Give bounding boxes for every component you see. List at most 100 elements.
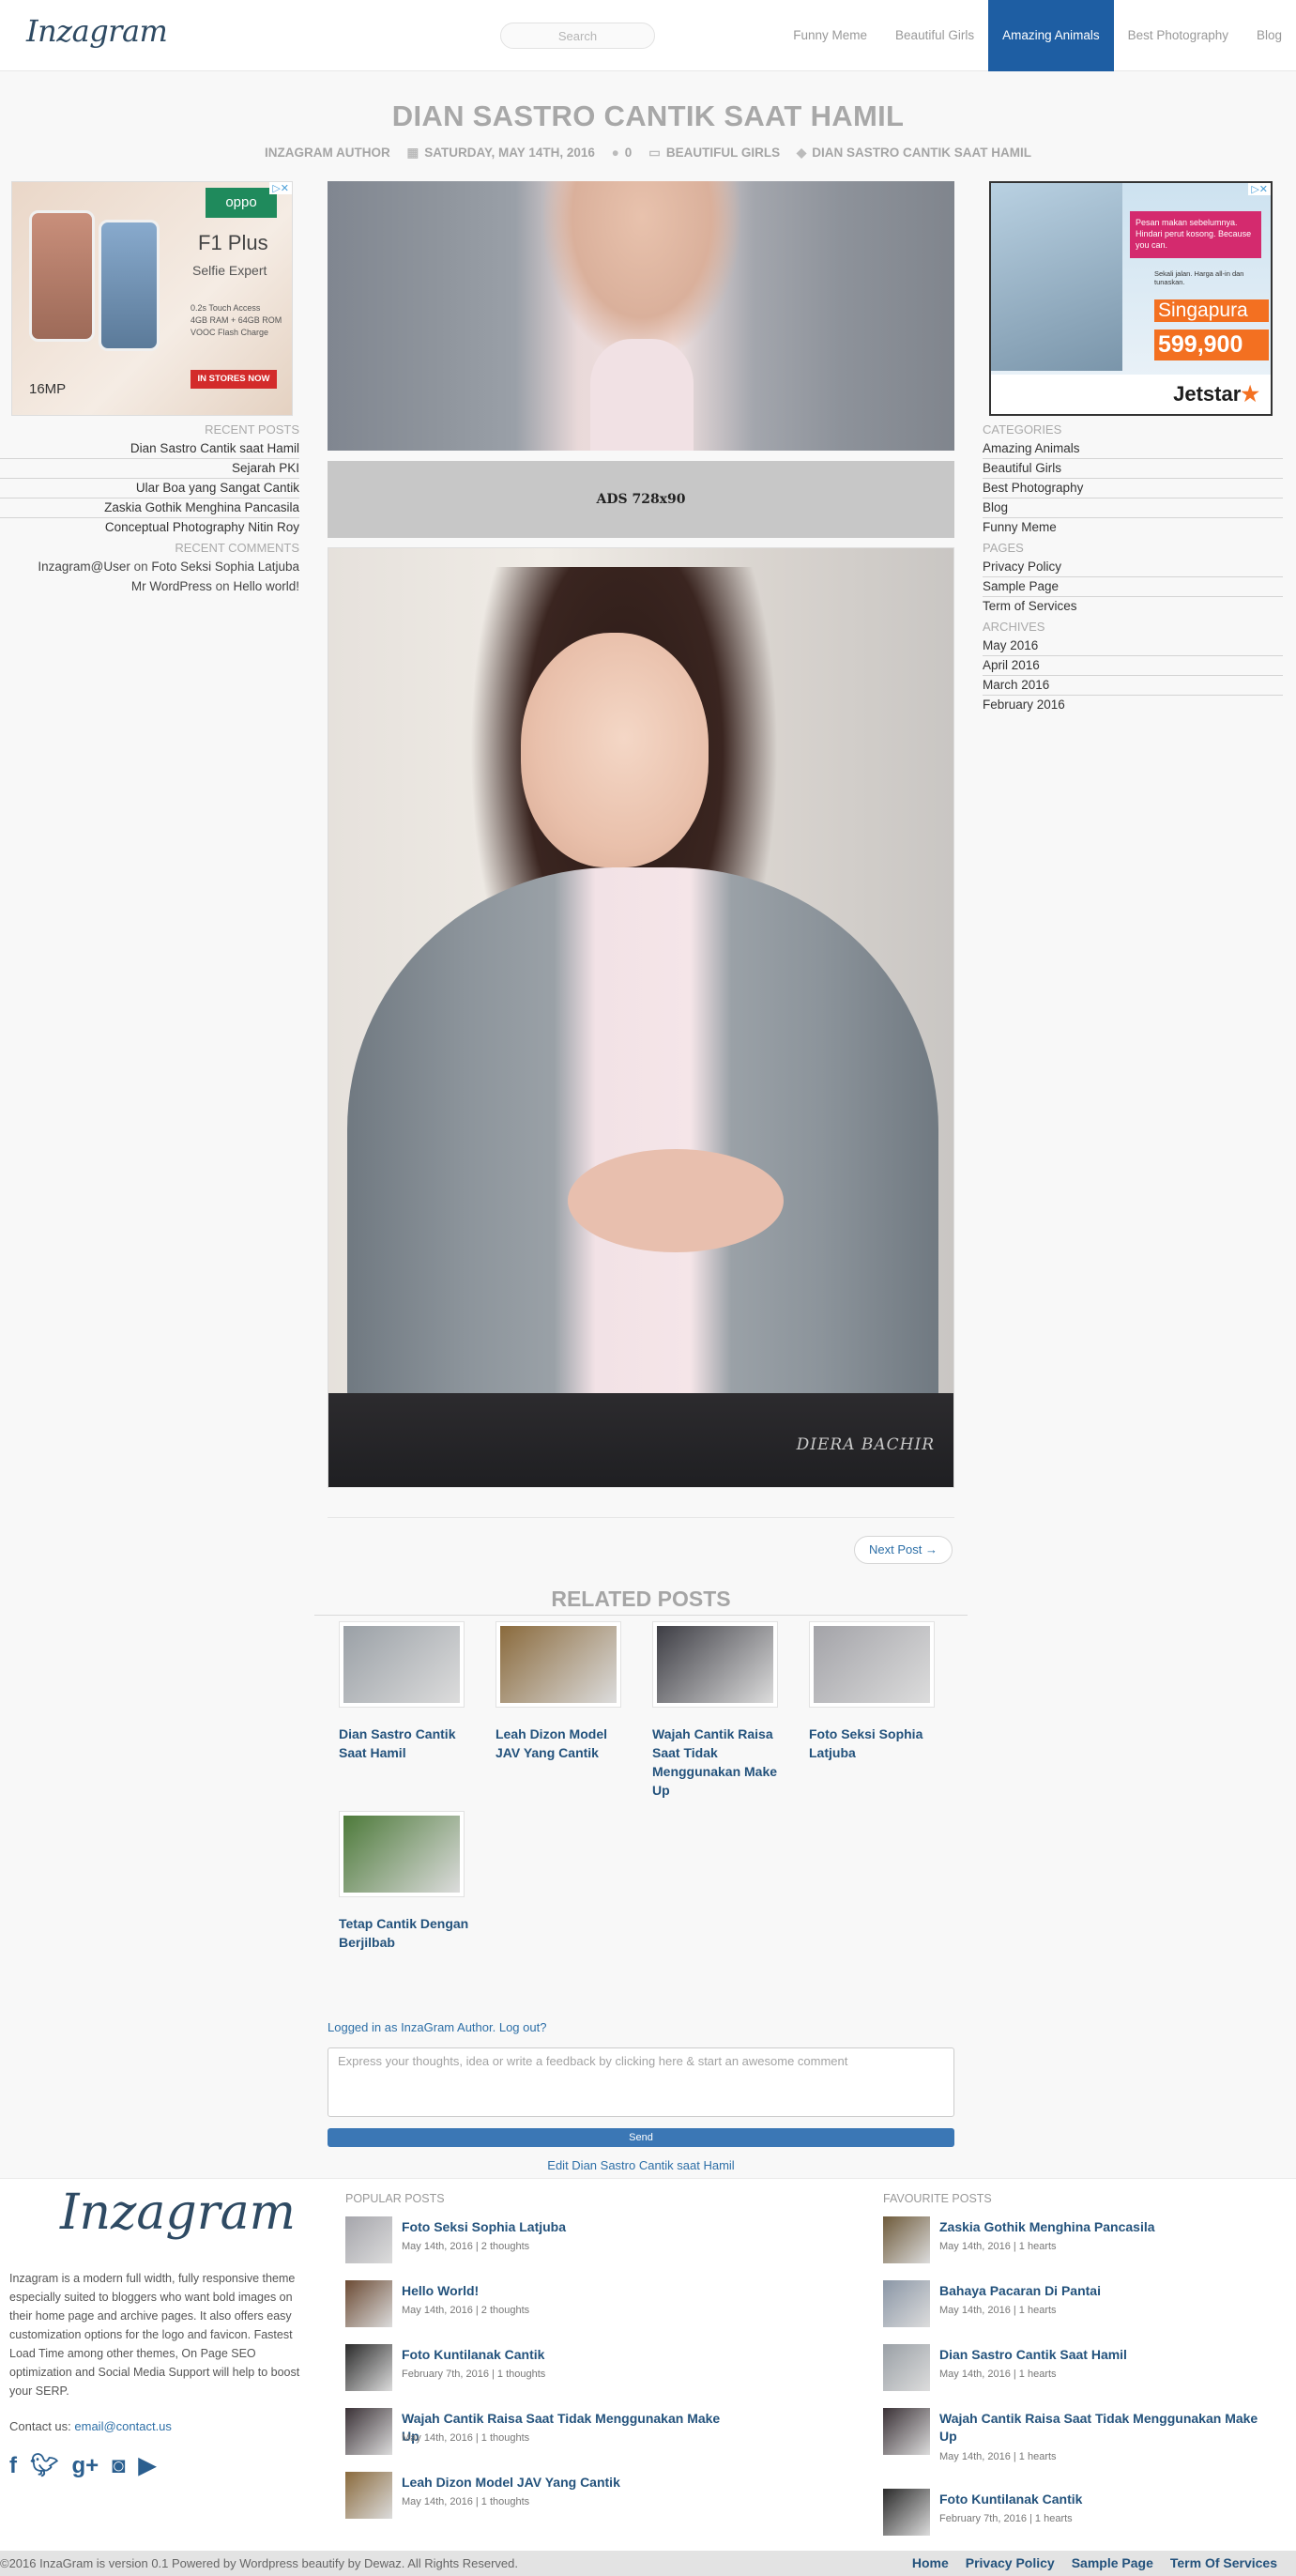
popular-post-title[interactable]: Foto Seksi Sophia Latjuba — [402, 2218, 739, 2236]
related-post[interactable]: Foto Seksi Sophia Latjuba — [809, 1621, 950, 1762]
page-link[interactable]: Sample Page — [983, 577, 1283, 597]
post-comment-count[interactable]: 0 — [625, 146, 633, 160]
favourite-post-item[interactable]: Zaskia Gothik Menghina Pancasila May 14th… — [883, 2216, 1277, 2280]
ad-model: F1 Plus — [198, 231, 268, 254]
related-post-title[interactable]: Tetap Cantik Dengan Berjilbab — [339, 1914, 470, 1952]
popular-post-item[interactable]: Hello World! May 14th, 2016 | 2 thoughts — [345, 2280, 758, 2344]
popular-post-title[interactable]: Hello World! — [402, 2282, 739, 2300]
category-link[interactable]: Amazing Animals — [983, 439, 1283, 459]
related-post-title[interactable]: Dian Sastro Cantik Saat Hamil — [339, 1725, 470, 1762]
post-category[interactable]: BEAUTIFUL GIRLS — [666, 146, 780, 160]
popular-post-title[interactable]: Leah Dizon Model JAV Yang Cantik — [402, 2474, 739, 2492]
popular-post-item[interactable]: Foto Kuntilanak Cantik February 7th, 2016… — [345, 2344, 758, 2408]
category-link[interactable]: Beautiful Girls — [983, 459, 1283, 479]
post-thumbnail — [345, 2216, 392, 2263]
post-title: DIAN SASTRO CANTIK SAAT HAMIL — [391, 100, 905, 132]
related-post[interactable]: Leah Dizon Model JAV Yang Cantik — [496, 1621, 636, 1762]
recent-post-link[interactable]: Dian Sastro Cantik saat Hamil — [0, 439, 299, 459]
recent-post-link[interactable]: Conceptual Photography Nitin Roy — [0, 518, 299, 538]
bottom-link-terms[interactable]: Term Of Services — [1170, 2555, 1277, 2570]
ad-brand: oppo — [206, 188, 277, 218]
send-button[interactable]: Send — [328, 2128, 954, 2147]
related-thumbnail[interactable] — [809, 1621, 935, 1708]
favourite-post-title[interactable]: Wajah Cantik Raisa Saat Tidak Menggunaka… — [939, 2410, 1268, 2446]
favourite-post-item[interactable]: Bahaya Pacaran Di Pantai May 14th, 2016 |… — [883, 2280, 1277, 2344]
favourite-post-title[interactable]: Zaskia Gothik Menghina Pancasila — [939, 2218, 1277, 2236]
edit-post-link[interactable]: Edit Dian Sastro Cantik saat Hamil — [0, 2158, 1282, 2172]
favourite-post-item[interactable]: Dian Sastro Cantik Saat Hamil May 14th, 2… — [883, 2344, 1277, 2408]
nav-funny-meme[interactable]: Funny Meme — [779, 0, 881, 71]
close-ad-icon[interactable]: ▷✕ — [269, 182, 292, 194]
related-thumbnail[interactable] — [496, 1621, 621, 1708]
comment-author[interactable]: Inzagram@User — [38, 560, 130, 574]
category-link[interactable]: Best Photography — [983, 479, 1283, 498]
favourite-post-item[interactable]: Wajah Cantik Raisa Saat Tidak Menggunaka… — [883, 2408, 1277, 2489]
footer-logo[interactable]: Inzagram — [60, 2185, 296, 2241]
comment-post-link[interactable]: Hello world! — [233, 579, 299, 593]
category-link[interactable]: Blog — [983, 498, 1283, 518]
google-plus-icon[interactable]: g+ — [71, 2453, 99, 2479]
post-thumbnail — [345, 2408, 392, 2455]
related-post[interactable]: Tetap Cantik Dengan Berjilbab — [339, 1811, 480, 1952]
bottom-bar: ©2016 InzaGram is version 0.1 Powered by… — [0, 2551, 1296, 2576]
related-post[interactable]: Dian Sastro Cantik Saat Hamil — [339, 1621, 480, 1762]
recent-post-link[interactable]: Sejarah PKI — [0, 459, 299, 479]
logged-in-notice[interactable]: Logged in as InzaGram Author. Log out? — [328, 2020, 546, 2034]
popular-post-item[interactable]: Leah Dizon Model JAV Yang Cantik May 14th… — [345, 2472, 758, 2536]
post-tag[interactable]: DIAN SASTRO CANTIK SAAT HAMIL — [812, 146, 1031, 160]
bottom-link-sample[interactable]: Sample Page — [1072, 2555, 1153, 2570]
related-post-title[interactable]: Foto Seksi Sophia Latjuba — [809, 1725, 940, 1762]
favourite-post-item[interactable]: Foto Kuntilanak Cantik February 7th, 2016… — [883, 2489, 1277, 2553]
close-ad-icon[interactable]: ▷✕ — [1248, 183, 1271, 195]
comment-post-link[interactable]: Foto Seksi Sophia Latjuba — [151, 560, 299, 574]
favourite-post-title[interactable]: Dian Sastro Cantik Saat Hamil — [939, 2346, 1277, 2364]
site-header: Inzagram Funny Meme Beautiful Girls Amaz… — [0, 0, 1296, 71]
related-thumbnail[interactable] — [339, 1621, 465, 1708]
related-post[interactable]: Wajah Cantik Raisa Saat Tidak Menggunaka… — [652, 1621, 793, 1800]
related-post-title[interactable]: Leah Dizon Model JAV Yang Cantik — [496, 1725, 627, 1762]
archive-link[interactable]: February 2016 — [983, 696, 1283, 715]
nav-blog[interactable]: Blog — [1243, 0, 1296, 71]
next-post-button[interactable]: Next Post → — [854, 1536, 953, 1564]
twitter-icon[interactable]: 🐦︎ — [30, 2453, 58, 2479]
related-post-title[interactable]: Wajah Cantik Raisa Saat Tidak Menggunaka… — [652, 1725, 784, 1800]
youtube-icon[interactable]: ▶ — [139, 2453, 156, 2479]
facebook-icon[interactable]: f — [9, 2453, 17, 2479]
site-logo[interactable]: Inzagram — [26, 13, 168, 49]
popular-post-date: May 14th, 2016 | 1 thoughts — [402, 2432, 530, 2444]
nav-best-photography[interactable]: Best Photography — [1114, 0, 1243, 71]
page-link[interactable]: Privacy Policy — [983, 558, 1283, 577]
category-link[interactable]: Funny Meme — [983, 518, 1283, 538]
recent-post-link[interactable]: Zaskia Gothik Menghina Pancasila — [0, 498, 299, 518]
comment-author[interactable]: Mr WordPress — [131, 579, 212, 593]
comment-textarea[interactable] — [328, 2047, 954, 2117]
ads-placeholder[interactable]: ADS 728x90 — [328, 461, 954, 538]
ad-banner-right[interactable]: Pesan makan sebelumnya. Hindari perut ko… — [989, 181, 1273, 416]
favourite-post-date: May 14th, 2016 | 1 hearts — [939, 2305, 1057, 2316]
contact-email-link[interactable]: email@contact.us — [74, 2419, 172, 2433]
instagram-icon[interactable]: ◙ — [112, 2453, 126, 2479]
recent-post-link[interactable]: Ular Boa yang Sangat Cantik — [0, 479, 299, 498]
favourite-post-date: May 14th, 2016 | 1 hearts — [939, 2451, 1057, 2462]
post-author[interactable]: INZAGRAM AUTHOR — [265, 146, 390, 160]
ad-banner-left[interactable]: oppo F1 Plus Selfie Expert 0.2s Touch Ac… — [11, 181, 293, 416]
related-thumbnail[interactable] — [652, 1621, 778, 1708]
popular-post-title[interactable]: Foto Kuntilanak Cantik — [402, 2346, 739, 2364]
ad-specs: 0.2s Touch Access 4GB RAM + 64GB ROM VOO… — [191, 303, 282, 337]
bottom-link-privacy[interactable]: Privacy Policy — [966, 2555, 1055, 2570]
popular-post-item[interactable]: Foto Seksi Sophia Latjuba May 14th, 2016 … — [345, 2216, 758, 2280]
favourite-post-title[interactable]: Foto Kuntilanak Cantik — [939, 2491, 1277, 2508]
nav-amazing-animals[interactable]: Amazing Animals — [988, 0, 1114, 71]
archive-link[interactable]: March 2016 — [983, 676, 1283, 696]
nav-beautiful-girls[interactable]: Beautiful Girls — [881, 0, 988, 71]
popular-post-item[interactable]: Wajah Cantik Raisa Saat Tidak Menggunaka… — [345, 2408, 758, 2472]
bottom-link-home[interactable]: Home — [912, 2555, 949, 2570]
related-thumbnail[interactable] — [339, 1811, 465, 1897]
ad-cta-button[interactable]: IN STORES NOW — [191, 370, 277, 389]
recent-comments-heading: RECENT COMMENTS — [175, 541, 299, 555]
archive-link[interactable]: May 2016 — [983, 636, 1283, 656]
archive-link[interactable]: April 2016 — [983, 656, 1283, 676]
favourite-post-title[interactable]: Bahaya Pacaran Di Pantai — [939, 2282, 1277, 2300]
page-link[interactable]: Term of Services — [983, 597, 1283, 617]
search-input[interactable] — [500, 23, 655, 49]
